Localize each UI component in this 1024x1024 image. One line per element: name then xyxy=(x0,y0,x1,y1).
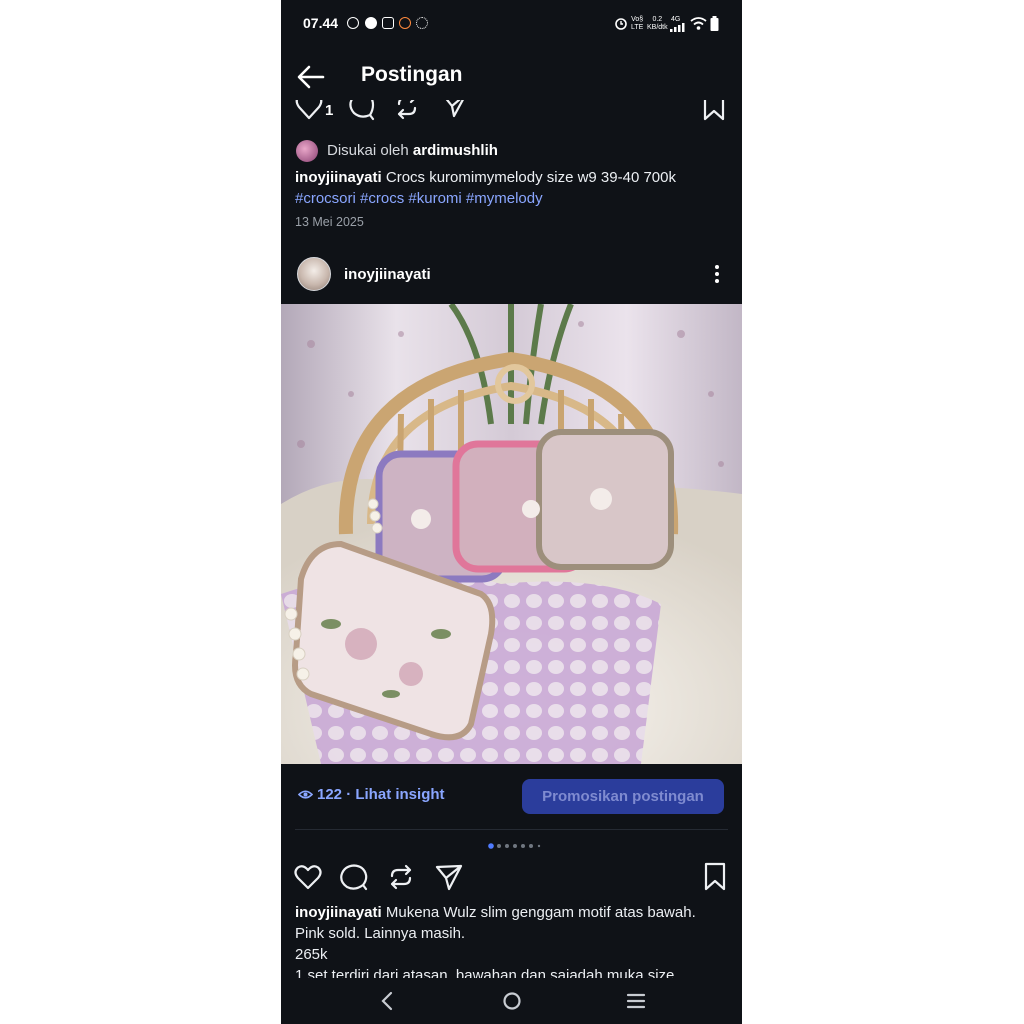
comment-button[interactable] xyxy=(338,861,370,893)
post1-date: 13 Mei 2025 xyxy=(295,215,364,229)
post1-comment-button[interactable] xyxy=(347,100,375,124)
carousel-dot xyxy=(497,844,501,848)
caption-line: 1 set terdiri dari atasan, bawahan dan s… xyxy=(295,967,675,978)
comment-icon xyxy=(349,100,375,121)
post1-send-button[interactable] xyxy=(441,100,469,124)
nav-back-button[interactable] xyxy=(373,988,403,1014)
liked-by-avatar[interactable] xyxy=(296,140,318,162)
promote-post-button[interactable]: Promosikan postingan xyxy=(522,779,724,814)
caption-line: 265k xyxy=(295,946,328,963)
carousel-dot xyxy=(537,844,541,848)
send-button[interactable] xyxy=(433,861,465,893)
carousel-dot xyxy=(513,844,517,848)
repost-icon xyxy=(390,864,412,890)
nav-home-button[interactable] xyxy=(497,988,527,1014)
network-speed: 0.2 KB/dtk xyxy=(647,16,668,31)
signal-icon xyxy=(670,23,685,32)
liked-by-text[interactable]: Disukai oleh ardimushlih xyxy=(327,142,498,159)
post2-action-row xyxy=(281,861,742,893)
repost-button[interactable] xyxy=(385,861,417,893)
post1-caption: inoyjiinayati Crocs kuromimymelody size … xyxy=(295,167,735,209)
carousel-indicator xyxy=(488,843,541,849)
system-nav-bar xyxy=(281,978,742,1024)
post2-username[interactable]: inoyjiinayati xyxy=(344,266,431,283)
eye-icon xyxy=(298,790,313,799)
hashtag[interactable]: #kuromi xyxy=(408,190,461,207)
whatsapp-icon xyxy=(347,17,359,29)
post2-caption: inoyjiinayati Mukena Wulz slim genggam m… xyxy=(295,902,735,978)
status-bar: 07.44 Vo§ LTE 0.2 KB/dtk 4G xyxy=(281,0,742,48)
post2-image[interactable] xyxy=(281,304,742,764)
dots-app-icon xyxy=(416,17,428,29)
bookmark-icon xyxy=(703,100,725,121)
nav-home-icon xyxy=(503,992,521,1010)
arrow-left-icon xyxy=(297,65,325,89)
like-button[interactable] xyxy=(292,861,324,893)
hashtag[interactable]: #crocsori xyxy=(295,190,356,207)
send-icon xyxy=(435,864,463,891)
carousel-dot xyxy=(505,844,509,848)
heart-icon xyxy=(294,865,322,890)
wifi-icon xyxy=(690,17,707,30)
post1-action-row: 1 xyxy=(281,100,742,126)
save-button[interactable] xyxy=(699,861,731,893)
app-notification-icon xyxy=(399,17,411,29)
more-options-button[interactable] xyxy=(711,264,723,284)
battery-icon xyxy=(710,16,719,31)
more-vertical-icon xyxy=(715,265,719,283)
page-title: Postingan xyxy=(361,63,463,86)
divider xyxy=(295,829,728,830)
back-button[interactable] xyxy=(295,62,329,92)
insight-link[interactable]: 122 · Lihat insight xyxy=(298,786,445,803)
alarm-icon xyxy=(615,18,627,30)
phone-screen: 07.44 Vo§ LTE 0.2 KB/dtk 4G Postingan 1 … xyxy=(281,0,742,1024)
hashtag[interactable]: #mymelody xyxy=(466,190,543,207)
nav-menu-icon xyxy=(626,993,646,1009)
repost-icon xyxy=(397,100,417,120)
status-time: 07.44 xyxy=(303,15,339,31)
liked-by-prefix: Disukai oleh xyxy=(327,142,409,159)
post1-like-count: 1 xyxy=(325,102,334,119)
post2-caption-username[interactable]: inoyjiinayati xyxy=(295,904,382,921)
send-icon xyxy=(445,100,464,118)
post1-save-button[interactable] xyxy=(701,100,727,124)
post1-like-button[interactable] xyxy=(295,100,323,124)
caption-line: Pink sold. Lainnya masih. xyxy=(295,925,466,942)
post1-repost-button[interactable] xyxy=(393,100,421,124)
instagram-icon xyxy=(382,17,394,29)
nav-back-icon xyxy=(381,991,393,1011)
caption-line: Mukena Wulz slim genggam motif atas bawa… xyxy=(385,904,696,921)
carousel-dot xyxy=(529,844,533,848)
carousel-dot xyxy=(488,843,494,849)
bookmark-icon xyxy=(704,862,726,891)
post1-caption-text: Crocs kuromimymelody size w9 39-40 700k xyxy=(385,169,676,186)
volte-indicator: Vo§ LTE xyxy=(631,16,644,31)
facebook-icon xyxy=(365,17,377,29)
insight-label: 122 · Lihat insight xyxy=(317,786,445,803)
post1-caption-username[interactable]: inoyjiinayati xyxy=(295,169,382,186)
post2-avatar[interactable] xyxy=(297,257,331,291)
hashtag[interactable]: #crocs xyxy=(360,190,404,207)
nav-menu-button[interactable] xyxy=(621,988,651,1014)
liked-by-username[interactable]: ardimushlih xyxy=(413,142,498,159)
carousel-dot xyxy=(521,844,525,848)
comment-icon xyxy=(340,864,368,891)
heart-icon xyxy=(295,100,323,120)
